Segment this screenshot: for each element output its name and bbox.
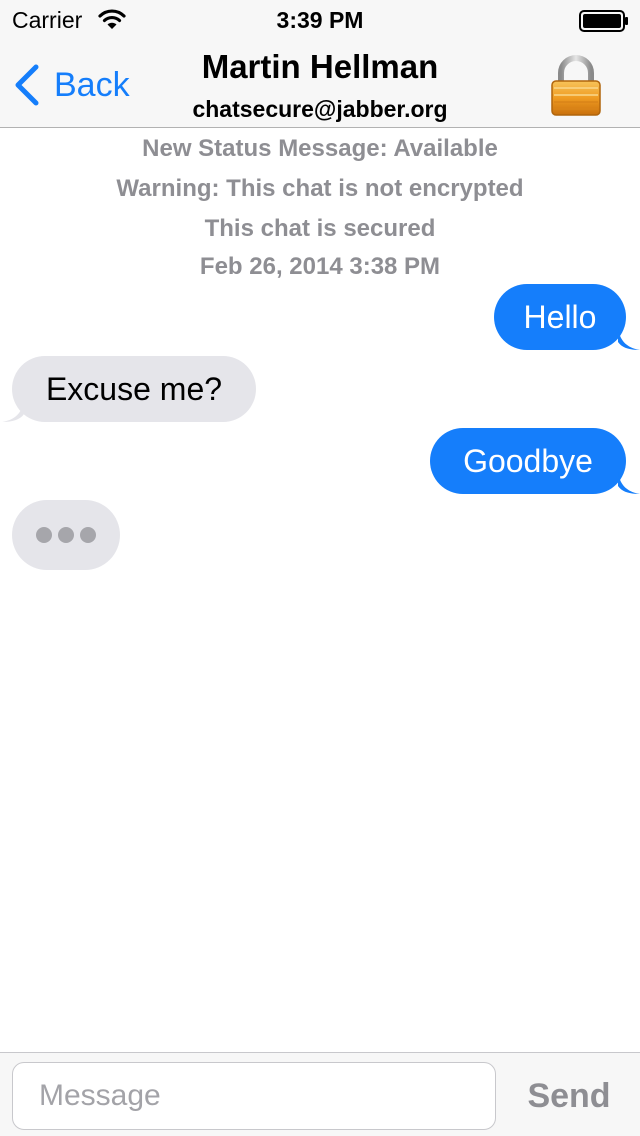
encryption-warning: Warning: This chat is not encrypted	[116, 175, 524, 202]
message-text: Excuse me?	[45, 370, 223, 407]
message-text: Goodbye	[463, 442, 593, 479]
message-bubble-outgoing[interactable]: Goodbye	[430, 428, 626, 494]
top-bar: Carrier 3:39 PM Back Martin Hellman chat…	[0, 0, 640, 128]
bubble-tail	[618, 328, 640, 350]
secured-notice: This chat is secured	[204, 215, 436, 242]
send-button[interactable]: Send	[510, 1073, 628, 1119]
status-message: New Status Message: Available	[142, 135, 498, 162]
input-bar: Send	[0, 1052, 640, 1136]
typing-dot	[80, 527, 96, 543]
typing-dot	[58, 527, 74, 543]
message-input[interactable]	[12, 1062, 496, 1130]
nav-bar: Back Martin Hellman chatsecure@jabber.or…	[0, 40, 640, 128]
message-text: Hello	[523, 298, 597, 335]
lock-icon[interactable]	[548, 55, 604, 117]
status-bar: Carrier 3:39 PM	[0, 0, 640, 40]
message-bubble-incoming[interactable]: Excuse me?	[12, 356, 256, 422]
typing-dot	[36, 527, 52, 543]
battery-icon	[579, 10, 628, 32]
bubble-tail	[618, 472, 640, 494]
timestamp: Feb 26, 2014 3:38 PM	[199, 253, 441, 280]
contact-name: Martin Hellman	[201, 48, 439, 85]
bubble-tail	[2, 400, 24, 422]
clock: 3:39 PM	[276, 7, 364, 33]
contact-address: chatsecure@jabber.org	[192, 96, 448, 122]
message-bubble-outgoing[interactable]: Hello	[494, 284, 626, 350]
typing-indicator	[12, 500, 120, 570]
